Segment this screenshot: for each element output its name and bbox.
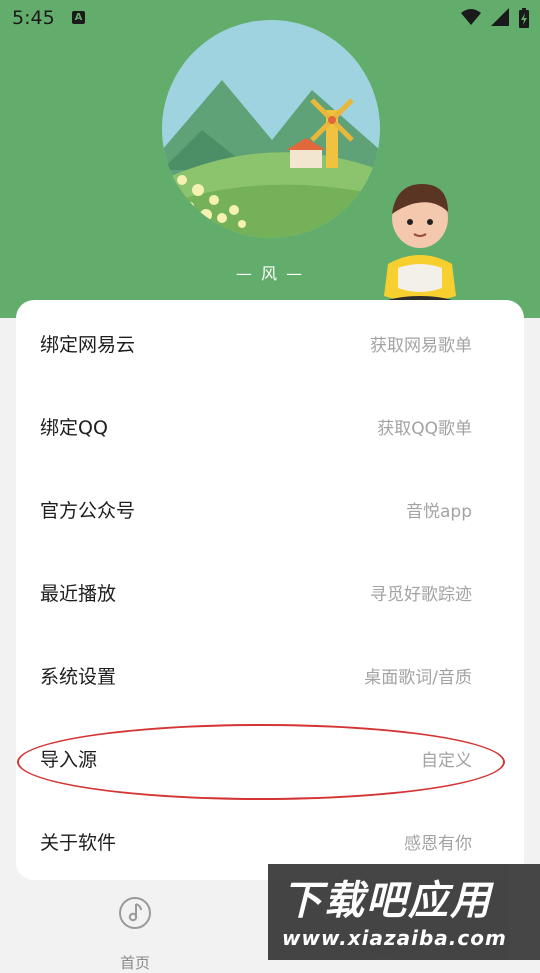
menu-item-subtitle: 桌面歌词/音质 xyxy=(364,668,472,688)
battery-charging-icon xyxy=(519,8,529,28)
status-time: 5:45 xyxy=(12,7,55,29)
menu-item-bind-qq[interactable]: 绑定QQ 获取QQ歌单 xyxy=(16,383,524,466)
watermark-title: 下载吧应用 xyxy=(282,878,492,924)
menu-item-system-settings[interactable]: 系统设置 桌面歌词/音质 xyxy=(16,632,524,715)
signal-icon xyxy=(491,8,509,26)
menu-item-subtitle: 获取QQ歌单 xyxy=(377,419,472,439)
menu-item-subtitle: 获取网易歌单 xyxy=(370,336,472,356)
menu-item-title: 绑定网易云 xyxy=(40,334,136,356)
menu-item-title: 关于软件 xyxy=(40,832,117,854)
menu-item-title: 最近播放 xyxy=(40,583,117,605)
menu-item-subtitle: 音悦app xyxy=(406,502,472,522)
watermark-logo: 下载吧应用 www.xiazaiba.com xyxy=(268,864,540,960)
menu-item-subtitle: 感恩有你 xyxy=(404,834,472,854)
status-icons xyxy=(460,7,530,29)
menu-item-title: 系统设置 xyxy=(40,666,117,688)
menu-item-subtitle: 寻觅好歌踪迹 xyxy=(370,585,472,605)
menu-item-title: 官方公众号 xyxy=(40,500,136,522)
highlight-annotation xyxy=(17,724,505,800)
music-note-icon xyxy=(119,897,151,929)
landscape-illustration xyxy=(162,20,380,238)
menu-item-bind-netease[interactable]: 绑定网易云 获取网易歌单 xyxy=(16,300,524,383)
album-cover[interactable] xyxy=(162,20,380,238)
menu-item-title: 绑定QQ xyxy=(40,417,108,439)
nav-home[interactable]: 首页 xyxy=(100,894,170,972)
notification-icon: A xyxy=(72,11,85,24)
menu-item-recent-plays[interactable]: 最近播放 寻觅好歌踪迹 xyxy=(16,549,524,632)
nav-home-label: 首页 xyxy=(119,954,150,972)
wifi-icon xyxy=(461,9,481,25)
menu-item-official-account[interactable]: 官方公众号 音悦app xyxy=(16,466,524,549)
watermark-url: www.xiazaiba.com xyxy=(282,926,507,950)
